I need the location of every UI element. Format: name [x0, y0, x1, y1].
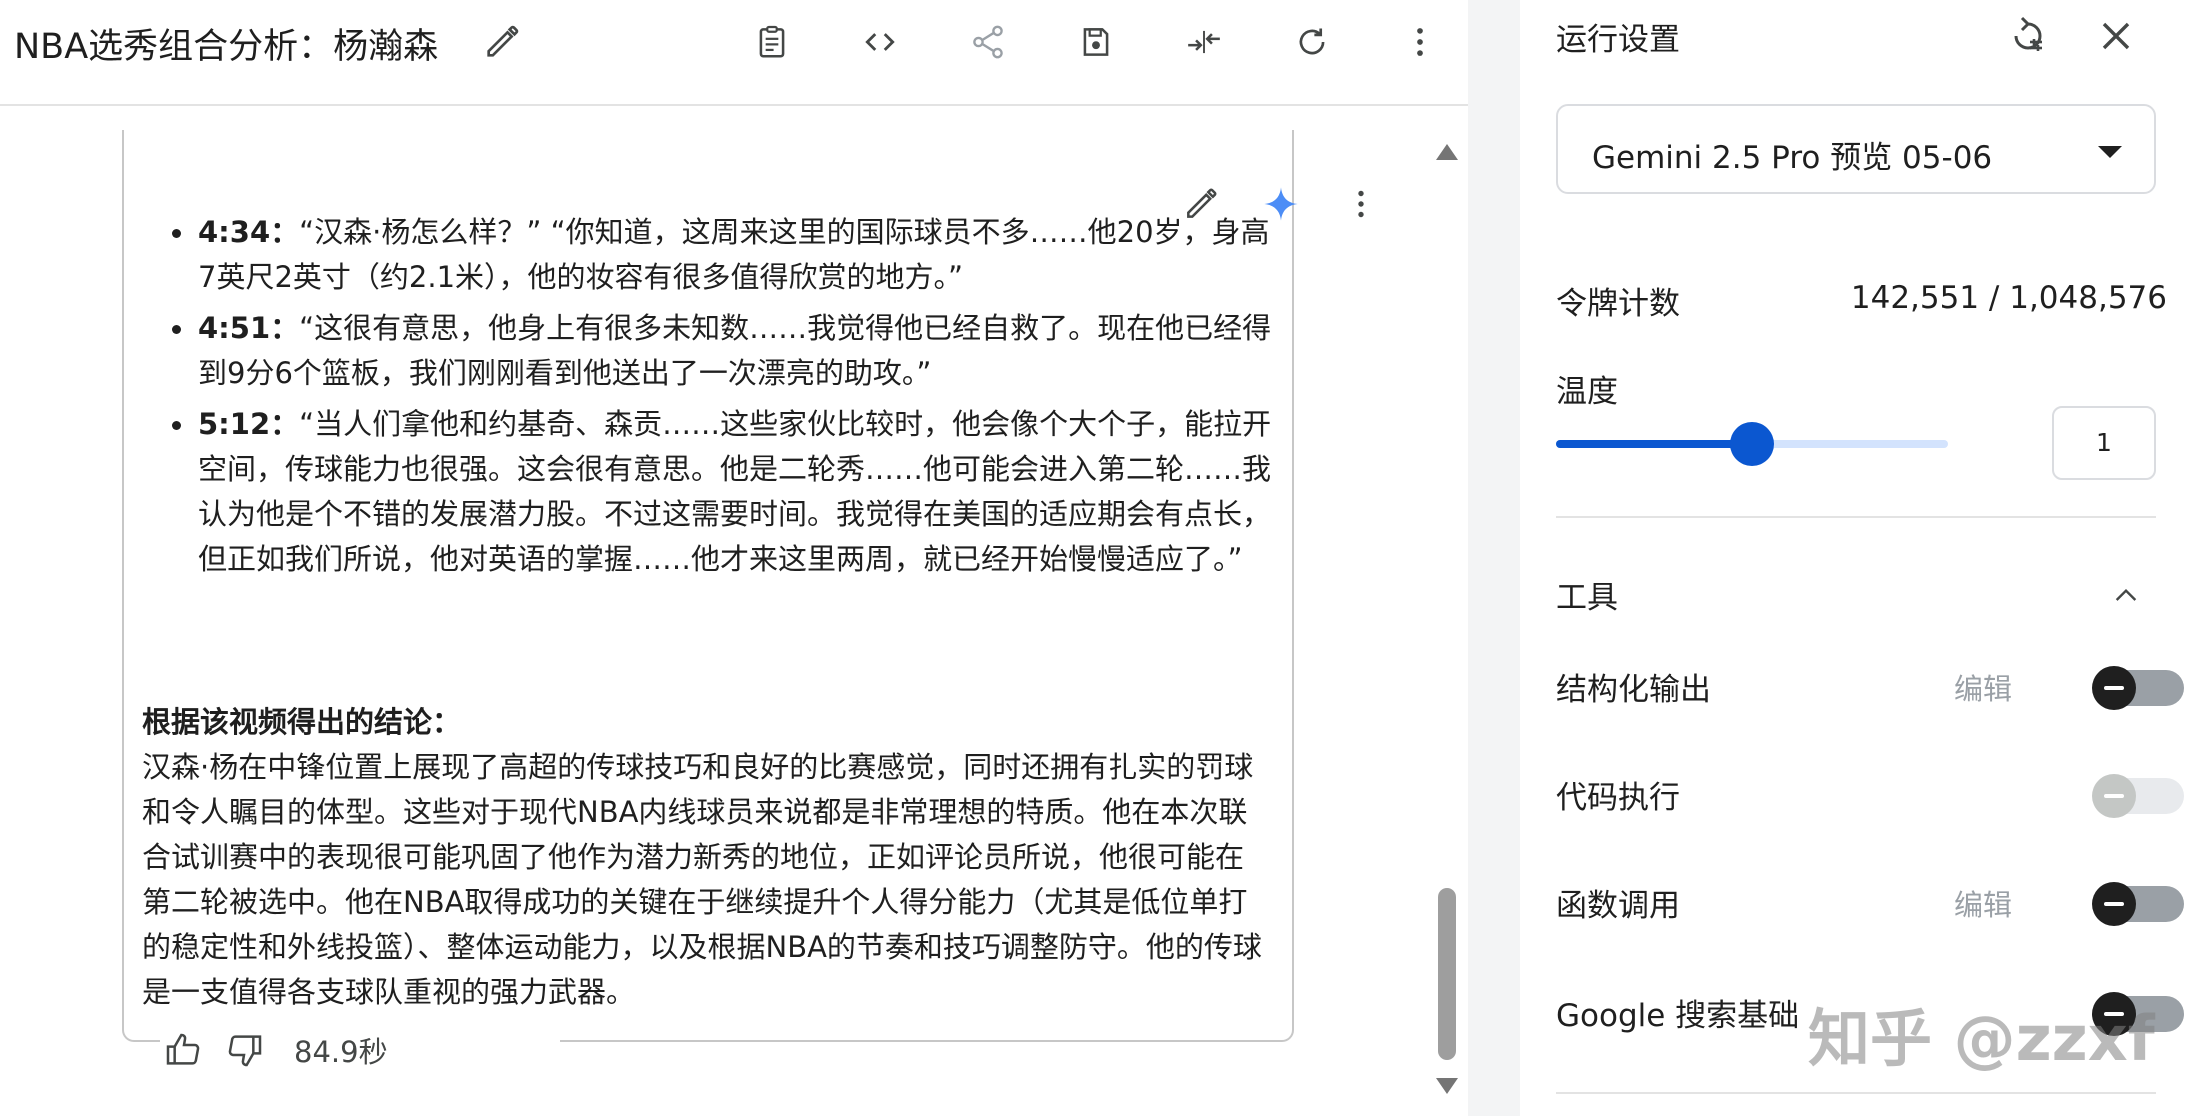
scroll-up-arrow[interactable] — [1436, 144, 1458, 160]
divider — [1556, 516, 2156, 518]
timestamp: 4:34： — [198, 215, 300, 249]
structured-output-toggle[interactable] — [2092, 666, 2184, 710]
response-time: 84.9秒 — [294, 1035, 388, 1069]
thumb-down-icon[interactable] — [222, 1027, 268, 1073]
tool-row-code-execution: 代码执行 — [1556, 764, 2184, 824]
response-feedback: 84.9秒 — [160, 1020, 560, 1080]
notes-icon[interactable] — [750, 20, 794, 64]
code-icon[interactable] — [858, 20, 902, 64]
edit-title-icon[interactable] — [482, 22, 522, 62]
token-count-label: 令牌计数 — [1556, 286, 1680, 322]
settings-title: 运行设置 — [1556, 22, 1680, 58]
quote-text: “这很有意思，他身上有很多未知数……我觉得他已经自救了。现在他已经得到9分6个篮… — [198, 311, 1272, 390]
quote-text: “当人们拿他和约基奇、森贡……这些家伙比较时，他会像个大个子，能拉开空间，传球能… — [198, 407, 1272, 576]
compare-icon[interactable] — [1182, 20, 1226, 64]
temperature-slider-thumb[interactable] — [1730, 422, 1774, 466]
timestamp: 5:12： — [198, 407, 300, 441]
model-select[interactable]: Gemini 2.5 Pro 预览 05-06 — [1556, 104, 2156, 194]
refresh-icon[interactable] — [1290, 20, 1334, 64]
tool-name: 代码执行 — [1556, 780, 1680, 816]
tool-row-structured-output: 结构化输出 编辑 — [1556, 656, 2184, 716]
caret-down-icon — [2098, 146, 2122, 158]
code-execution-toggle[interactable] — [2092, 774, 2184, 818]
list-item: 4:51：“这很有意思，他身上有很多未知数……我觉得他已经自救了。现在他已经得到… — [164, 306, 1274, 396]
list-item: 4:34：“汉森·杨怎么样？” “你知道，这周来这里的国际球员不多……他20岁，… — [164, 210, 1274, 300]
chat-content: 4:34：“汉森·杨怎么样？” “你知道，这周来这里的国际球员不多……他20岁，… — [0, 108, 1468, 1116]
temperature-label: 温度 — [1556, 374, 1618, 410]
edit-link[interactable]: 编辑 — [1954, 666, 2012, 708]
divider — [1556, 1092, 2156, 1094]
list-item: 5:12：“当人们拿他和约基奇、森贡……这些家伙比较时，他会像个大个子，能拉开空… — [164, 402, 1274, 582]
toggle-knob — [2092, 774, 2136, 818]
token-count-value: 142,551 / 1,048,576 — [1850, 280, 2167, 316]
quote-text: “汉森·杨怎么样？” “你知道，这周来这里的国际球员不多……他20岁，身高7英尺… — [198, 215, 1270, 294]
model-select-value: Gemini 2.5 Pro 预览 05-06 — [1592, 140, 1993, 176]
more-vert-icon[interactable] — [1398, 20, 1442, 64]
quote-list: 4:34：“汉森·杨怎么样？” “你知道，这周来这里的国际球员不多……他20岁，… — [164, 210, 1274, 588]
more-vert-icon[interactable] — [1339, 182, 1383, 226]
page-title: NBA选秀组合分析：杨瀚森 — [14, 27, 439, 67]
scroll-down-arrow[interactable] — [1436, 1078, 1458, 1094]
panel-divider[interactable] — [1468, 0, 1520, 1116]
temperature-slider-fill — [1556, 440, 1752, 448]
thumb-up-icon[interactable] — [160, 1027, 206, 1073]
timestamp: 4:51： — [198, 311, 300, 345]
function-calling-toggle[interactable] — [2092, 882, 2184, 926]
tool-row-function-calling: 函数调用 编辑 — [1556, 872, 2184, 932]
chevron-up-icon[interactable] — [2110, 580, 2142, 612]
watermark: 知乎 @zzxf — [1808, 1002, 2155, 1075]
run-settings-panel: 运行设置 Gemini 2.5 Pro 预览 05-06 令牌计数 142,55… — [1520, 0, 2187, 1116]
save-icon[interactable] — [1074, 20, 1118, 64]
toggle-knob — [2092, 882, 2136, 926]
tool-name: 结构化输出 — [1556, 672, 1711, 708]
top-toolbar: NBA选秀组合分析：杨瀚森 — [0, 0, 1468, 106]
tool-name: Google 搜索基础 — [1556, 998, 1800, 1034]
conclusion-text: 汉森·杨在中锋位置上展现了高超的传球技巧和良好的比赛感觉，同时还拥有扎实的罚球和… — [142, 750, 1262, 1009]
edit-link[interactable]: 编辑 — [1954, 882, 2012, 924]
close-icon[interactable] — [2092, 12, 2140, 60]
share-icon[interactable] — [966, 20, 1010, 64]
conclusion-section: 根据该视频得出的结论： 汉森·杨在中锋位置上展现了高超的传球技巧和良好的比赛感觉… — [142, 700, 1272, 1015]
scrollbar-thumb[interactable] — [1438, 888, 1456, 1060]
reset-settings-icon[interactable] — [2004, 12, 2052, 60]
tools-heading: 工具 — [1556, 580, 1618, 616]
temperature-slider[interactable] — [1556, 422, 1948, 466]
toggle-knob — [2092, 666, 2136, 710]
conclusion-heading: 根据该视频得出的结论： — [142, 705, 462, 739]
temperature-input[interactable]: 1 — [2052, 406, 2156, 480]
model-response-card: 4:34：“汉森·杨怎么样？” “你知道，这周来这里的国际球员不多……他20岁，… — [122, 130, 1364, 1042]
tool-name: 函数调用 — [1556, 888, 1680, 924]
